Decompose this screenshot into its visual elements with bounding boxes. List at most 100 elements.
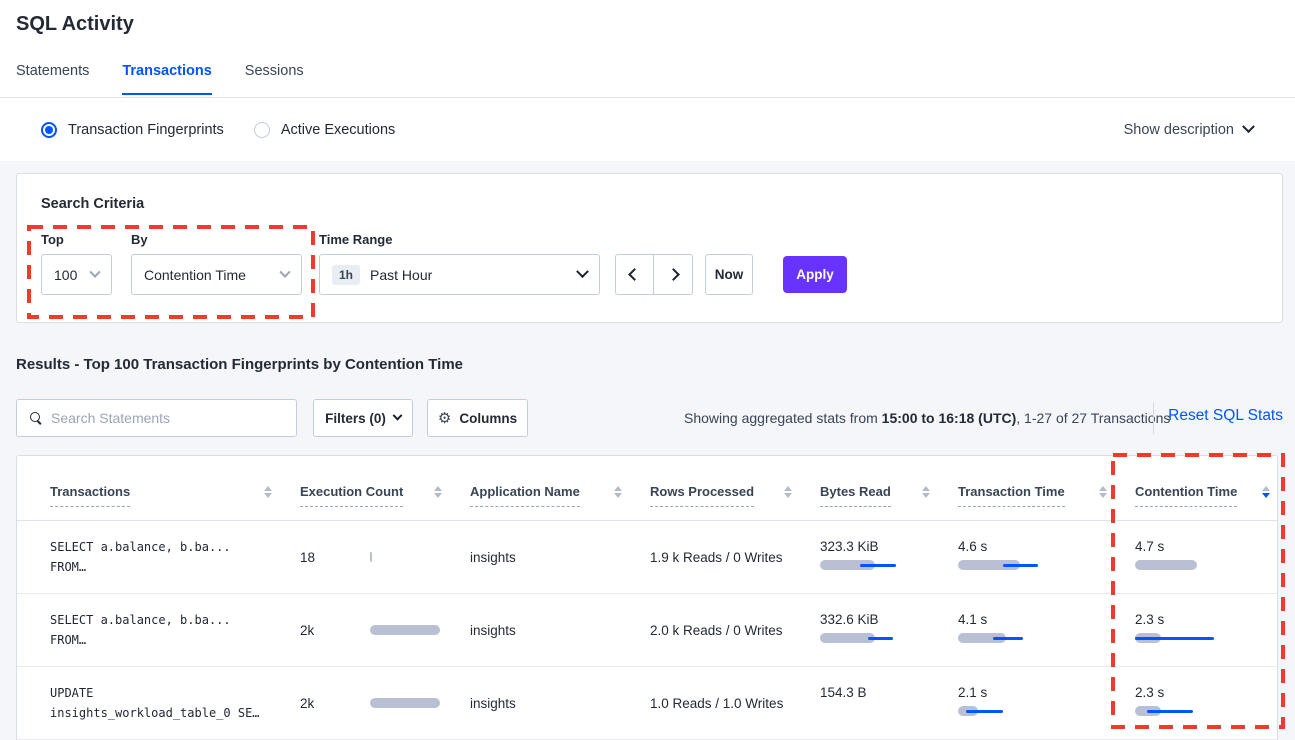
time-nav-group: [615, 254, 693, 295]
chevron-down-icon: [392, 410, 402, 420]
time-range-badge: 1h: [332, 265, 360, 285]
rows-processed-cell: 2.0 k Reads / 0 Writes: [650, 623, 820, 638]
sort-icon: [1099, 486, 1107, 507]
previous-time-button[interactable]: [616, 255, 654, 294]
show-description-toggle[interactable]: Show description: [1124, 98, 1253, 161]
application-name-cell: insights: [470, 696, 650, 711]
execution-count-bar: [370, 552, 440, 562]
header-application-name[interactable]: Application Name: [470, 484, 650, 520]
search-criteria-panel: Search Criteria Top 100 By Contention Ti…: [16, 173, 1283, 323]
contention-time-cell: 2.3 s: [1135, 613, 1278, 647]
results-title: Results - Top 100 Transaction Fingerprin…: [16, 356, 463, 373]
contention-time-cell: 4.7 s: [1135, 540, 1278, 574]
by-select[interactable]: Contention Time: [131, 254, 302, 295]
search-statements-box: [16, 399, 297, 437]
bytes-read-bar: [820, 633, 900, 643]
bar-blue: [966, 710, 1003, 713]
bar-gray: [370, 698, 440, 708]
bar-gray: [370, 625, 440, 635]
bar-blue: [993, 637, 1023, 640]
bytes-read-bar: [820, 560, 900, 570]
view-toggle-row: Transaction Fingerprints Active Executio…: [0, 98, 1295, 161]
header-bytes-read[interactable]: Bytes Read: [820, 484, 958, 520]
chevron-down-icon: [576, 265, 589, 278]
search-statements-input[interactable]: [51, 410, 296, 426]
bytes-read-cell: 323.3 KiB: [820, 540, 958, 574]
chevron-right-icon: [667, 268, 680, 281]
gear-icon: ⚙: [438, 409, 451, 427]
next-time-button[interactable]: [654, 255, 692, 294]
transaction-time-cell: 2.1 s: [958, 686, 1135, 720]
table-row: SELECT a.balance, b.ba... FROM… 2k insig…: [17, 594, 1277, 667]
aggregated-stats-text: Showing aggregated stats from 15:00 to 1…: [684, 410, 1140, 426]
chevron-down-icon: [89, 266, 100, 277]
contention-time-cell: 2.3 s: [1135, 686, 1278, 720]
bytes-read-bar: [820, 706, 900, 716]
contention-time-bar: [1135, 706, 1215, 716]
header-contention-time[interactable]: Contention Time: [1135, 484, 1278, 520]
by-label: By: [131, 232, 148, 247]
columns-button[interactable]: ⚙ Columns: [427, 399, 528, 437]
radio-selected-icon: [41, 122, 57, 138]
now-button[interactable]: Now: [705, 254, 753, 295]
sql-activity-page: SQL Activity Statements Transactions Ses…: [0, 0, 1295, 740]
filters-button[interactable]: Filters (0): [313, 399, 413, 437]
table-header-row: Transactions Execution Count Application…: [17, 456, 1277, 521]
contention-time-bar: [1135, 633, 1215, 643]
bar-blue: [1135, 637, 1214, 640]
rows-processed-cell: 1.0 Reads / 1.0 Writes: [650, 696, 820, 711]
sort-icon: [784, 486, 792, 507]
header-transactions[interactable]: Transactions: [50, 484, 300, 520]
contention-time-bar: [1135, 560, 1215, 570]
tab-bar: Statements Transactions Sessions: [16, 63, 304, 95]
bar-gray: [1135, 560, 1197, 570]
transaction-time-bar: [958, 633, 1038, 643]
tab-statements[interactable]: Statements: [16, 63, 89, 95]
transactions-table: Transactions Execution Count Application…: [16, 455, 1278, 740]
transaction-fingerprint-link[interactable]: SELECT a.balance, b.ba... FROM…: [50, 537, 300, 577]
chevron-left-icon: [628, 268, 641, 281]
search-icon: [30, 412, 42, 424]
execution-count-cell: 18: [300, 550, 470, 565]
execution-count-cell: 2k: [300, 623, 470, 638]
application-name-cell: insights: [470, 623, 650, 638]
time-range-label: Time Range: [319, 232, 392, 247]
transaction-fingerprint-link[interactable]: SELECT a.balance, b.ba... FROM…: [50, 610, 300, 650]
sort-icon: [434, 486, 442, 507]
divider: [1153, 402, 1154, 434]
radio-active-executions[interactable]: Active Executions: [254, 122, 395, 138]
bytes-read-cell: 154.3 B: [820, 686, 958, 720]
header-rows-processed[interactable]: Rows Processed: [650, 484, 820, 520]
sort-icon-active-desc: [1262, 486, 1270, 507]
execution-count-bar: [370, 625, 440, 635]
transaction-time-bar: [958, 560, 1038, 570]
time-range-select[interactable]: 1h Past Hour: [319, 254, 600, 295]
execution-count-cell: 2k: [300, 696, 470, 711]
transaction-time-cell: 4.6 s: [958, 540, 1135, 574]
tab-transactions[interactable]: Transactions: [122, 63, 211, 95]
sort-icon: [264, 486, 272, 507]
table-row: UPDATE insights_workload_table_0 SE… 2k …: [17, 667, 1277, 740]
application-name-cell: insights: [470, 550, 650, 565]
transaction-fingerprint-link[interactable]: UPDATE insights_workload_table_0 SE…: [50, 683, 300, 723]
bar-blue: [1147, 710, 1193, 713]
chevron-down-icon: [1242, 120, 1255, 133]
radio-transaction-fingerprints[interactable]: Transaction Fingerprints: [41, 122, 224, 138]
header-execution-count[interactable]: Execution Count: [300, 484, 470, 520]
radio-unselected-icon: [254, 122, 270, 138]
chevron-down-icon: [279, 266, 290, 277]
transaction-time-bar: [958, 706, 1038, 716]
transaction-time-cell: 4.1 s: [958, 613, 1135, 647]
page-title: SQL Activity: [16, 13, 134, 36]
reset-sql-stats-link[interactable]: Reset SQL Stats: [1168, 407, 1283, 425]
apply-button[interactable]: Apply: [783, 256, 847, 293]
tab-sessions[interactable]: Sessions: [245, 63, 304, 95]
table-row: SELECT a.balance, b.ba... FROM… 18 insig…: [17, 521, 1277, 594]
top-label: Top: [41, 232, 64, 247]
bytes-read-cell: 332.6 KiB: [820, 613, 958, 647]
top-select[interactable]: 100: [41, 254, 112, 295]
bar-blue: [1003, 564, 1038, 567]
header-transaction-time[interactable]: Transaction Time: [958, 484, 1135, 520]
bar-gray: [370, 552, 372, 562]
sort-icon: [922, 486, 930, 507]
